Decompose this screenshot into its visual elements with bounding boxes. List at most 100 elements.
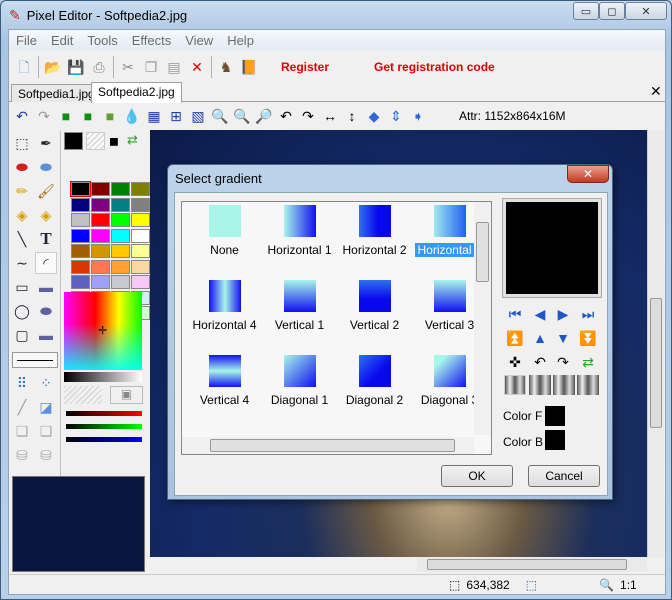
flip-horizontal-icon[interactable]: ↔ <box>321 107 339 125</box>
palette-swatch[interactable] <box>91 213 110 227</box>
spray-fill-icon[interactable]: ◈ <box>11 204 33 226</box>
palette-swatch[interactable] <box>111 197 130 212</box>
save-icon[interactable]: 💾 <box>67 58 85 76</box>
layer-copy-icon[interactable]: ❏ <box>35 420 57 442</box>
lock-group-icon[interactable]: ⛁ <box>35 444 57 466</box>
palette-swatch[interactable] <box>111 275 130 289</box>
swap-colors-icon[interactable]: ⇄ <box>127 132 138 148</box>
scatter-brush-icon[interactable]: ⁘ <box>35 372 57 394</box>
gradient-item[interactable]: Horizontal 4 <box>182 280 267 332</box>
close-button[interactable]: ✕ <box>625 2 667 20</box>
palette-swatch[interactable] <box>71 259 90 274</box>
palette-swatch[interactable] <box>111 228 130 243</box>
palette-swatch[interactable] <box>131 228 150 243</box>
minimize-button[interactable]: ▭ <box>573 2 599 20</box>
swap-colors-icon[interactable]: ⇄ <box>578 353 598 371</box>
eyedropper-icon[interactable]: ✒ <box>35 132 57 154</box>
filled-ellipse-icon[interactable]: ⬬ <box>35 300 57 322</box>
background-color-transparent[interactable] <box>86 132 105 150</box>
perspective-grid-icon[interactable]: ▧ <box>189 107 207 125</box>
paste-icon[interactable]: ▤ <box>165 58 183 76</box>
palette-swatch[interactable] <box>131 213 150 227</box>
gradient-item[interactable]: Diagonal 2 <box>332 355 417 407</box>
maximize-button[interactable]: ◻ <box>599 2 625 20</box>
color-b-swatch[interactable] <box>545 430 565 450</box>
get-registration-code-link[interactable]: Get registration code <box>374 60 495 74</box>
gradient-type-3[interactable] <box>553 375 575 395</box>
line-icon[interactable]: ╲ <box>11 228 33 250</box>
palette-swatch[interactable] <box>131 182 150 196</box>
filled-rectangle-icon[interactable]: ▬ <box>35 276 57 298</box>
center-icon[interactable]: ✜ <box>505 353 525 371</box>
horizontal-scrollbar[interactable] <box>417 557 647 572</box>
gradient-list-vscroll[interactable] <box>474 202 491 435</box>
gradient-item[interactable]: Horizontal 2 <box>332 205 417 257</box>
fill-bucket-icon[interactable]: ◈ <box>35 204 57 226</box>
filled-rounded-rect-icon[interactable]: ▬ <box>35 324 57 346</box>
red-slider[interactable] <box>66 411 142 416</box>
palette-swatch[interactable] <box>111 182 130 196</box>
delete-icon[interactable]: ✕ <box>188 58 206 76</box>
menu-file[interactable]: File <box>9 33 44 48</box>
cut-icon[interactable]: ✂ <box>119 58 137 76</box>
curve-icon[interactable]: ∼ <box>11 252 33 274</box>
palette-swatch[interactable] <box>91 182 110 196</box>
gradient-list-hscroll[interactable] <box>182 437 474 454</box>
gradient-item[interactable]: Vertical 4 <box>182 355 267 407</box>
gradient-type-4[interactable] <box>577 375 599 395</box>
palette-swatch[interactable] <box>111 213 130 227</box>
register-link[interactable]: Register <box>281 60 329 74</box>
rectangle-icon[interactable]: ▭ <box>11 276 33 298</box>
grid-large-icon[interactable]: ⊞ <box>167 107 185 125</box>
wizard-icon[interactable]: ♞ <box>217 58 235 76</box>
green-slider[interactable] <box>66 424 142 429</box>
menu-effects[interactable]: Effects <box>125 33 179 48</box>
eraser-icon[interactable]: ⬬ <box>35 156 57 178</box>
select-layer-icon[interactable]: ■ <box>57 107 75 125</box>
vertical-scrollbar[interactable] <box>647 130 664 557</box>
foreground-color[interactable] <box>64 132 83 150</box>
palette-swatch[interactable] <box>91 275 110 289</box>
select-layer-alt-icon[interactable]: ■ <box>101 107 119 125</box>
up-arrow-icon[interactable]: ▲ <box>530 329 550 347</box>
gradient-type-2[interactable] <box>529 375 551 395</box>
palette-swatch[interactable] <box>70 181 91 197</box>
palette-swatch[interactable] <box>71 197 90 212</box>
gradient-type-1[interactable] <box>504 375 526 395</box>
pencil-icon[interactable]: ✏ <box>11 180 33 202</box>
rounded-rect-icon[interactable]: ▢ <box>11 324 33 346</box>
menu-view[interactable]: View <box>178 33 220 48</box>
copy-icon[interactable]: ❐ <box>142 58 160 76</box>
palette-swatch[interactable] <box>91 259 110 274</box>
lock-layer-icon[interactable]: ⛁ <box>11 444 33 466</box>
grid-icon[interactable]: ▦ <box>145 107 163 125</box>
smudge-icon[interactable]: ╱ <box>11 396 33 418</box>
gradient-item[interactable]: None <box>182 205 267 257</box>
line-width-selector[interactable] <box>12 352 58 368</box>
select-layer-yellow-icon[interactable]: ■ <box>79 107 97 125</box>
menu-edit[interactable]: Edit <box>44 33 80 48</box>
palette-swatch[interactable] <box>91 244 110 258</box>
top-icon[interactable]: ⏫ <box>505 329 525 347</box>
move-right-icon[interactable]: ➧ <box>409 107 427 125</box>
flip-vertical-icon[interactable]: ↕ <box>343 107 361 125</box>
bottom-icon[interactable]: ⏬ <box>578 329 598 347</box>
palette-swatch[interactable] <box>131 244 150 258</box>
tab-softpedia1[interactable]: Softpedia1.jpg <box>11 84 102 102</box>
print-icon[interactable]: ⎙ <box>90 58 108 76</box>
palette-swatch[interactable] <box>71 275 90 289</box>
zoom-text-icon[interactable]: 🔎 <box>255 107 273 125</box>
blue-slider[interactable] <box>66 437 142 442</box>
ellipse-icon[interactable]: ◯ <box>11 300 33 322</box>
zoom-out-icon[interactable]: 🔍 <box>233 107 251 125</box>
navigator-preview[interactable] <box>12 476 145 572</box>
new-icon[interactable]: 🗋 <box>15 58 33 76</box>
arc-icon[interactable]: ◜ <box>35 252 57 274</box>
text-icon[interactable]: T <box>35 228 57 250</box>
dialog-close-button[interactable]: ✕ <box>567 165 609 183</box>
layer-merge-icon[interactable]: ❏ <box>11 420 33 442</box>
move-updown-icon[interactable]: ⇕ <box>387 107 405 125</box>
help-book-icon[interactable]: 📙 <box>240 58 258 76</box>
palette-swatch[interactable] <box>131 275 150 289</box>
brush-icon[interactable]: 🖌 <box>35 180 57 202</box>
